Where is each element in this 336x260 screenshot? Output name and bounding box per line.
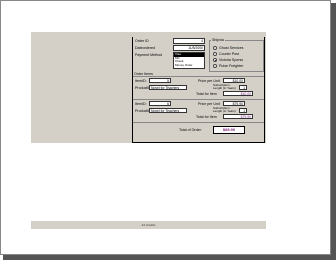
item-id-field[interactable]: 5 [149, 78, 171, 83]
shipvia-option-label: Victoria Sporss [219, 58, 244, 62]
footer-text: 24 Credits [141, 223, 156, 227]
page-shadow-right [331, 3, 336, 260]
item-id-field[interactable]: 6 [149, 101, 171, 106]
shipvia-radio-3[interactable] [213, 64, 217, 68]
order-id-label: Order ID [135, 39, 149, 43]
order-id-field[interactable]: 4 [173, 38, 205, 44]
shipvia-radio-1[interactable] [213, 52, 217, 56]
page-footer: 24 Credits [31, 221, 266, 229]
report-page: Order ID 4 Dateordered 11/8/2000 Payment… [0, 0, 331, 255]
item-id-label: ItemID: [135, 102, 147, 106]
item-total-field: $79.90 [223, 114, 253, 119]
item-total-label: Total for Item [196, 115, 217, 119]
shipvia-radio-0[interactable] [213, 46, 217, 50]
order-total-label: Total of Order: [179, 128, 202, 132]
payment-method-list[interactable]: Visa MC Check Money Order [173, 52, 205, 69]
product-field[interactable]: Novel for Teachers [149, 85, 187, 90]
shipvia-label: Shipvia [211, 38, 225, 42]
shipvia-option-label: Ghost Services [219, 46, 244, 50]
subscription-length-field[interactable]: 1 [239, 85, 247, 90]
shipvia-radio-2[interactable] [213, 58, 217, 62]
product-field[interactable]: Novel for Teachers [149, 108, 187, 113]
subscription-length-field[interactable]: 1 [239, 108, 247, 113]
page-shadow-bottom [3, 255, 336, 260]
item-id-label: ItemID: [135, 79, 147, 83]
item-divider [133, 99, 264, 100]
subscription-length-label: Subscription Length (in Years) [213, 106, 236, 114]
items-end-divider [133, 122, 264, 123]
shipvia-option-label: Pulse Freighter [219, 64, 244, 68]
order-form: Order ID 4 Dateordered 11/8/2000 Payment… [132, 37, 265, 143]
order-total-field: $89.90 [213, 126, 245, 134]
date-ordered-label: Dateordered [135, 46, 155, 50]
subscription-length-label: Subscription Length (in Years) [213, 83, 236, 91]
items-divider [133, 76, 264, 77]
payment-method-label: Payment Method [135, 53, 163, 57]
item-total-label: Total for Item [196, 92, 217, 96]
date-ordered-field[interactable]: 11/8/2000 [173, 45, 205, 51]
payment-option-money-order[interactable]: Money Order [174, 63, 204, 68]
item-total-field: $10.00 [223, 91, 253, 96]
shipvia-option-label: Courier Post [219, 52, 239, 56]
